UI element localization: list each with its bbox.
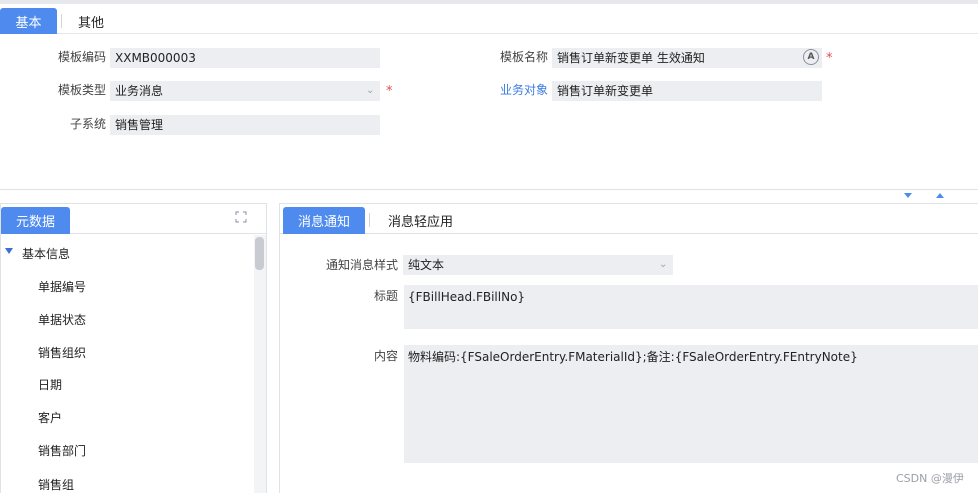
template-name-required: * bbox=[826, 51, 833, 66]
scrollbar-thumb[interactable] bbox=[255, 237, 264, 270]
notify-style-label: 通知消息样式 bbox=[325, 258, 398, 272]
tree-caret-down-icon[interactable] bbox=[5, 248, 13, 254]
template-code-label: 模板编码 bbox=[57, 50, 106, 64]
notify-style-select[interactable]: 纯文本 bbox=[403, 255, 673, 275]
collapse-down-icon[interactable] bbox=[904, 193, 912, 198]
subsystem-label: 子系统 bbox=[69, 117, 106, 131]
subsystem-field[interactable]: 销售管理 bbox=[110, 115, 380, 135]
title-textarea[interactable]: {FBillHead.FBillNo} bbox=[404, 285, 978, 329]
tree-item[interactable]: 单据状态 bbox=[38, 312, 86, 328]
template-type-select[interactable]: 业务消息 bbox=[110, 81, 380, 101]
title-label: 标题 bbox=[373, 289, 398, 303]
tab-basic[interactable]: 基本 bbox=[0, 8, 57, 34]
tab-metadata[interactable]: 元数据 bbox=[1, 207, 70, 234]
tree-item[interactable]: 日期 bbox=[38, 377, 62, 393]
collapse-up-icon[interactable] bbox=[936, 193, 944, 198]
tab-message-notify[interactable]: 消息通知 bbox=[283, 207, 365, 234]
tree-root-basic-info[interactable]: 基本信息 bbox=[22, 246, 70, 262]
scrollbar-track[interactable] bbox=[254, 235, 266, 493]
chevron-down-icon[interactable]: ⌄ bbox=[659, 255, 667, 275]
template-name-field[interactable]: 销售订单新变更单 生效通知 bbox=[552, 48, 822, 68]
tree-item[interactable]: 销售部门 bbox=[38, 443, 86, 459]
content-textarea[interactable]: 物料编码:{FSaleOrderEntry.FMaterialId};备注:{F… bbox=[404, 345, 978, 463]
template-name-label: 模板名称 bbox=[499, 50, 548, 64]
tree-item[interactable]: 销售组 bbox=[38, 477, 74, 493]
watermark: CSDN @漫伊 bbox=[896, 472, 964, 485]
tab-separator bbox=[369, 213, 370, 227]
notify-tab-underline bbox=[280, 233, 978, 234]
content-label: 内容 bbox=[373, 349, 398, 363]
tree-item[interactable]: 客户 bbox=[38, 410, 62, 426]
section-divider bbox=[0, 189, 978, 190]
business-object-field[interactable]: 销售订单新变更单 bbox=[552, 81, 822, 101]
tab-separator bbox=[61, 14, 62, 28]
expand-icon[interactable] bbox=[235, 211, 247, 223]
tree-item[interactable]: 销售组织 bbox=[38, 345, 86, 361]
main-tab-bar bbox=[0, 4, 978, 34]
template-type-required: * bbox=[386, 84, 393, 99]
template-code-field[interactable]: XXMB000003 bbox=[110, 48, 380, 68]
tab-message-light-app[interactable]: 消息轻应用 bbox=[388, 207, 453, 234]
template-type-label: 模板类型 bbox=[57, 83, 106, 97]
tab-other[interactable]: 其他 bbox=[78, 8, 104, 34]
tree-item[interactable]: 单据编号 bbox=[38, 279, 86, 295]
business-object-label[interactable]: 业务对象 bbox=[460, 80, 548, 100]
chevron-down-icon[interactable]: ⌄ bbox=[366, 81, 374, 101]
multilang-icon[interactable]: A bbox=[803, 49, 819, 65]
